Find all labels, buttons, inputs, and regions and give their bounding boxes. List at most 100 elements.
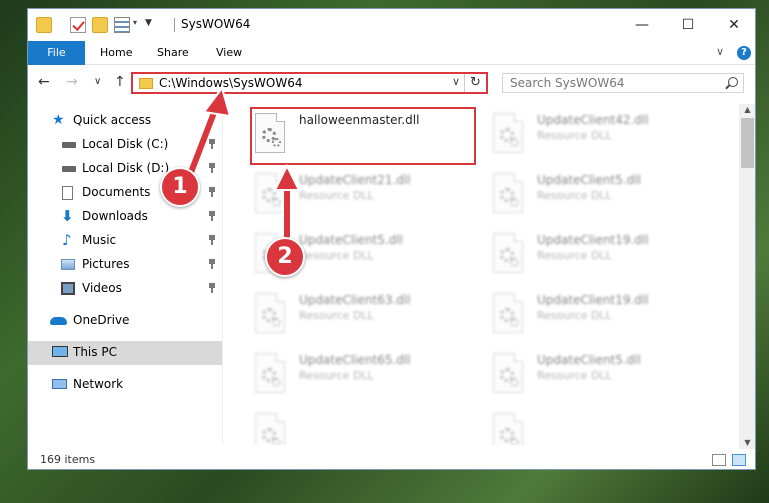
sidebar-item-downloads[interactable]: ⬇ Downloads [28, 205, 222, 229]
sidebar-item-label: Pictures [82, 257, 130, 271]
gear-icon [510, 138, 519, 147]
computer-icon [52, 346, 68, 357]
help-icon[interactable]: ? [737, 46, 751, 60]
sidebar-item-pictures[interactable]: Pictures [28, 253, 222, 277]
item-count: 169 items [40, 453, 96, 466]
sidebar-item-quick-access[interactable]: ★ Quick access [28, 109, 222, 133]
file-name: UpdateClient19.dll [537, 233, 649, 247]
gear-icon [510, 438, 519, 445]
gear-icon [272, 438, 281, 445]
details-view-icon[interactable] [712, 454, 726, 466]
file-name: UpdateClient19.dll [537, 293, 649, 307]
dll-file-icon [493, 353, 523, 393]
address-dropdown-button[interactable]: ∨ [452, 75, 460, 88]
address-bar[interactable]: C:\Windows\SysWOW64 ∨ ↻ [131, 72, 488, 94]
file-item[interactable]: UpdateClient5.dll Resource DLL [489, 169, 719, 221]
tab-view[interactable]: View [204, 41, 254, 65]
recent-locations-button[interactable]: ∨ [94, 76, 101, 87]
close-button[interactable]: ✕ [711, 9, 755, 41]
search-input[interactable]: Search SysWOW64 [502, 73, 744, 93]
ribbon: File Home Share View ∨ ? [28, 41, 755, 65]
tab-share[interactable]: Share [145, 41, 201, 65]
scroll-up-arrow-icon[interactable]: ▲ [739, 104, 755, 116]
folder-icon [139, 78, 153, 89]
file-item[interactable] [251, 409, 481, 445]
gear-icon [510, 378, 519, 387]
gear-icon [272, 378, 281, 387]
up-button[interactable]: ↑ [114, 74, 126, 90]
file-type: Resource DLL [299, 189, 374, 202]
dll-file-icon [255, 293, 285, 333]
pin-icon[interactable] [208, 283, 216, 293]
gear-icon [510, 318, 519, 327]
pin-icon[interactable] [208, 139, 216, 149]
tab-file[interactable]: File [28, 41, 85, 65]
dll-file-icon [493, 233, 523, 273]
pin-icon[interactable] [208, 211, 216, 221]
minimize-button[interactable]: — [619, 9, 665, 41]
file-item[interactable]: UpdateClient42.dll Resource DLL [489, 109, 719, 161]
maximize-button[interactable]: ☐ [665, 9, 711, 41]
chevron-down-icon[interactable]: ▾ [133, 18, 137, 27]
dll-file-icon [493, 113, 523, 153]
file-item[interactable]: UpdateClient65.dll Resource DLL [251, 349, 481, 401]
file-item[interactable]: UpdateClient19.dll Resource DLL [489, 289, 719, 341]
back-button[interactable]: ← [38, 74, 50, 90]
sidebar-item-label: Local Disk (D:) [82, 161, 170, 175]
sidebar-item-label: Documents [82, 185, 151, 199]
navigation-pane: ★ Quick access Local Disk (C:) Local Dis… [28, 104, 223, 445]
drive-icon [62, 166, 76, 172]
properties-check-icon[interactable] [70, 17, 86, 33]
refresh-button[interactable]: ↻ [464, 74, 486, 92]
file-name: UpdateClient5.dll [537, 173, 641, 187]
address-path[interactable]: C:\Windows\SysWOW64 [159, 76, 303, 90]
search-icon [728, 77, 738, 87]
music-note-icon: ♪ [62, 231, 72, 249]
download-arrow-icon: ⬇ [61, 207, 74, 225]
gear-icon [272, 198, 281, 207]
file-name: UpdateClient5.dll [299, 233, 403, 247]
file-item[interactable]: UpdateClient21.dll Resource DLL [251, 169, 481, 221]
sidebar-item-onedrive[interactable]: OneDrive [28, 309, 222, 333]
sidebar-item-label: This PC [73, 345, 117, 359]
folder-icon [36, 17, 52, 33]
quick-access-dropdown-icon[interactable]: ▼ [145, 18, 152, 28]
sidebar-item-label: Quick access [73, 113, 152, 127]
sidebar-item-this-pc[interactable]: This PC [28, 341, 222, 365]
tab-home[interactable]: Home [88, 41, 144, 65]
file-name: UpdateClient5.dll [537, 353, 641, 367]
explorer-window: ▾ ▼ SysWOW64 — ☐ ✕ File Home Share View … [27, 8, 756, 470]
network-icon [52, 379, 67, 389]
file-type: Resource DLL [537, 189, 612, 202]
sidebar-item-local-disk-c[interactable]: Local Disk (C:) [28, 133, 222, 157]
scrollbar-thumb[interactable] [741, 118, 754, 168]
dll-file-icon [493, 413, 523, 445]
vertical-scrollbar[interactable]: ▲ ▼ [739, 104, 755, 449]
sidebar-item-music[interactable]: ♪ Music [28, 229, 222, 253]
pane-divider[interactable] [222, 104, 223, 445]
file-item[interactable] [489, 409, 719, 445]
document-icon [62, 186, 73, 200]
customize-toolbar-icon[interactable] [114, 17, 130, 33]
file-item[interactable]: UpdateClient5.dll Resource DLL [489, 349, 719, 401]
file-item[interactable]: UpdateClient19.dll Resource DLL [489, 229, 719, 281]
pin-icon[interactable] [208, 235, 216, 245]
scroll-down-arrow-icon[interactable]: ▼ [739, 437, 755, 449]
star-icon: ★ [52, 112, 65, 128]
pictures-icon [61, 259, 75, 270]
file-name: UpdateClient21.dll [299, 173, 411, 187]
pin-icon[interactable] [208, 163, 216, 173]
forward-button[interactable]: → [66, 74, 78, 90]
large-icons-view-icon[interactable] [732, 454, 746, 466]
file-item[interactable]: UpdateClient63.dll Resource DLL [251, 289, 481, 341]
expand-ribbon-icon[interactable]: ∨ [716, 45, 724, 58]
pin-icon[interactable] [208, 259, 216, 269]
sidebar-item-network[interactable]: Network [28, 373, 222, 397]
dll-file-icon [255, 413, 285, 445]
sidebar-item-label: Music [82, 233, 117, 247]
highlight-box-file [250, 107, 476, 165]
sidebar-item-videos[interactable]: Videos [28, 277, 222, 301]
new-folder-icon[interactable] [92, 17, 108, 33]
title-bar: ▾ ▼ SysWOW64 — ☐ ✕ [28, 9, 755, 41]
pin-icon[interactable] [208, 187, 216, 197]
